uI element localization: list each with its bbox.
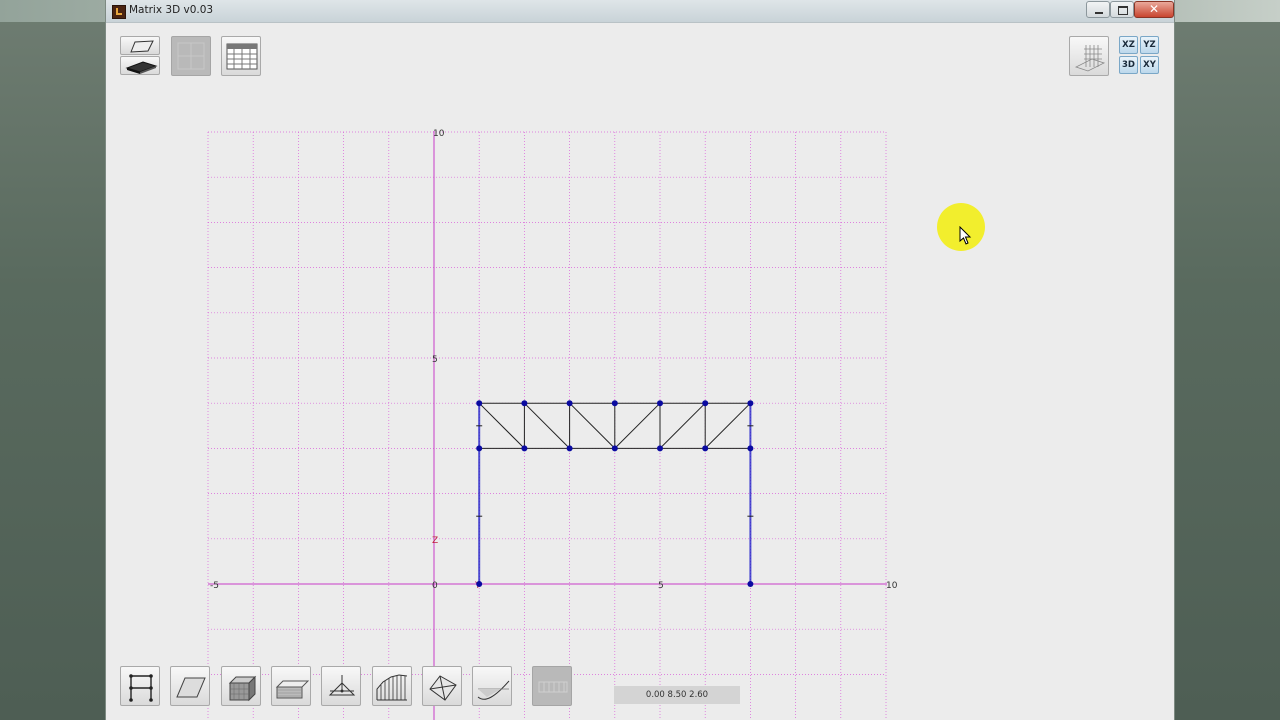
node — [476, 400, 483, 407]
node — [657, 400, 663, 407]
load-button[interactable] — [372, 666, 412, 706]
title-bar[interactable]: Matrix 3D v0.03 ✕ — [106, 0, 1174, 23]
node — [476, 445, 483, 452]
app-window: Matrix 3D v0.03 ✕ XZ YZ 3D XY -5 5 10 5 … — [105, 0, 1175, 720]
frame-icon — [129, 674, 153, 702]
truss-diagonal — [704, 402, 751, 449]
node — [747, 581, 754, 587]
node — [611, 445, 618, 452]
node — [566, 400, 573, 407]
section-button[interactable] — [271, 666, 311, 706]
node — [702, 400, 709, 407]
node — [521, 400, 528, 407]
x-tick-mid: 5 — [658, 581, 664, 591]
element-button[interactable] — [422, 666, 462, 706]
support-button[interactable] — [321, 666, 361, 706]
element-icon — [429, 675, 457, 701]
window-title: Matrix 3D v0.03 — [129, 4, 214, 16]
plate-button[interactable] — [170, 666, 210, 706]
node — [747, 400, 754, 407]
node — [476, 581, 483, 587]
drawing-canvas[interactable]: -5 5 10 5 10 0 Z Y — [106, 23, 1174, 720]
z-tick-mid: 5 — [432, 355, 438, 365]
node — [657, 445, 663, 452]
minimize-button[interactable] — [1086, 1, 1110, 18]
maximize-button[interactable] — [1110, 1, 1134, 18]
x-tick-min: -5 — [210, 581, 219, 591]
node — [611, 400, 618, 407]
cube-icon — [228, 675, 257, 702]
app-icon — [112, 5, 126, 19]
solid-button[interactable] — [221, 666, 261, 706]
support-icon — [328, 675, 356, 696]
mesh-icon — [538, 681, 568, 693]
load-icon — [376, 674, 408, 701]
origin-label: 0 — [432, 581, 438, 591]
mesh-button[interactable] — [532, 666, 572, 706]
truss-diagonal — [569, 402, 616, 449]
close-button[interactable]: ✕ — [1134, 1, 1174, 18]
parallelogram-icon — [176, 677, 206, 698]
node — [566, 445, 573, 452]
coordinate-readout: 0.00 8.50 2.60 — [614, 686, 740, 704]
node — [747, 445, 754, 452]
section-icon — [275, 680, 310, 699]
truss — [478, 402, 751, 449]
truss-diagonal — [524, 402, 570, 449]
client-area: XZ YZ 3D XY -5 5 10 5 10 0 Z Y — [106, 23, 1174, 720]
x-tick-max: 10 — [886, 581, 898, 591]
truss-diagonal — [478, 402, 525, 449]
truss-diagonal — [659, 402, 706, 449]
mouse-cursor-icon — [959, 226, 972, 245]
close-icon: ✕ — [1148, 2, 1160, 16]
node — [702, 445, 709, 452]
node — [521, 445, 528, 452]
frame-button[interactable] — [120, 666, 160, 706]
results-button[interactable] — [472, 666, 512, 706]
truss-diagonal — [614, 402, 661, 449]
z-tick-max: 10 — [433, 129, 445, 139]
deflection-icon — [477, 680, 510, 700]
z-axis-label: Z — [432, 536, 438, 546]
